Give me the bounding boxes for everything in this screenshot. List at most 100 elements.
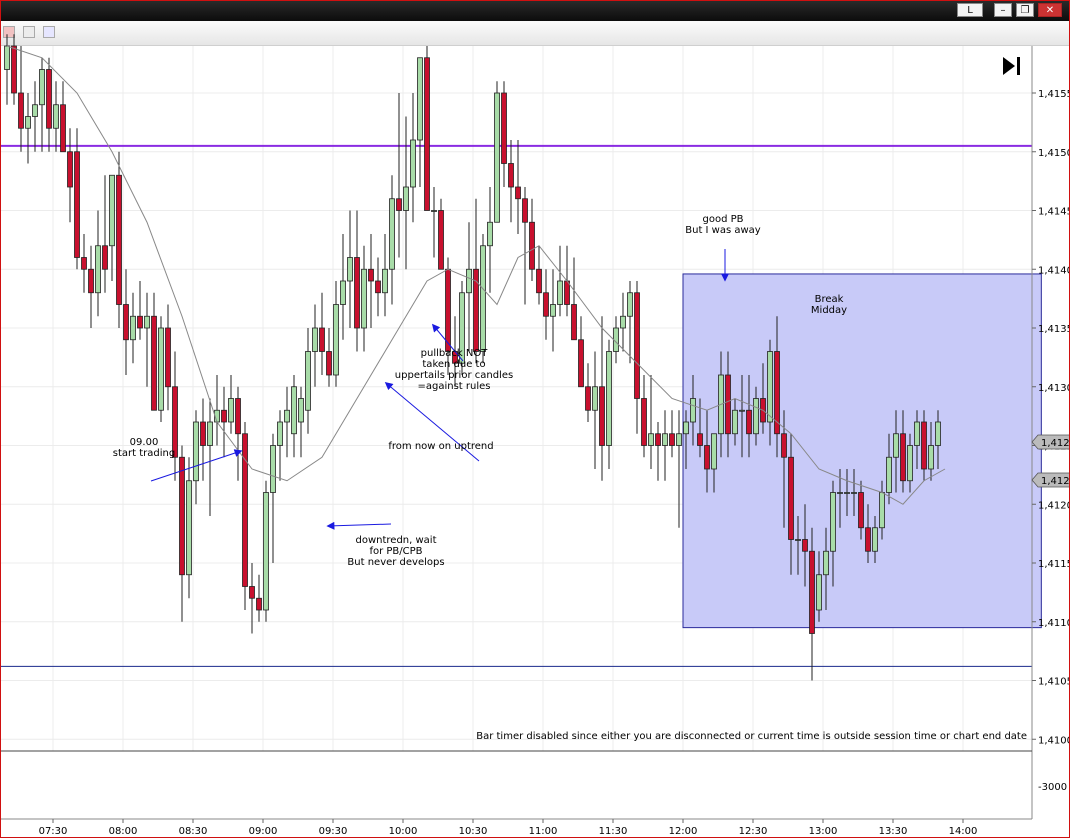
candle-bear [165, 327, 171, 388]
candle-bull [606, 351, 612, 446]
candle-bear [788, 456, 794, 540]
candle-bull [690, 398, 696, 423]
candle-bear [655, 433, 661, 446]
highlight-box [682, 273, 1042, 629]
candle-bear [921, 421, 927, 470]
price-label: 1,4110 [1038, 618, 1069, 629]
candle-bull [270, 445, 276, 493]
candle-bear [564, 280, 570, 305]
price-label: 1,4130 [1038, 383, 1069, 394]
price-label: 1,4140 [1038, 265, 1069, 276]
candle-bull [851, 492, 857, 494]
candle-bear [60, 104, 66, 153]
candle-bear [508, 163, 514, 188]
candle-bear [396, 198, 402, 211]
candle-bull [312, 327, 318, 352]
candle-bear [445, 268, 451, 352]
candle-bull [550, 304, 556, 317]
candle-bear [256, 597, 262, 611]
candle-bear [725, 374, 731, 435]
price-label: 1,4115 [1038, 559, 1069, 570]
candle-bear [501, 92, 507, 164]
candle-bull [291, 386, 297, 435]
candle-bear [102, 245, 108, 270]
candle-bull [109, 174, 115, 247]
candle-bear [781, 433, 787, 458]
candle-bull [886, 456, 892, 493]
price-label: 1,4150 [1038, 148, 1069, 159]
candle-bull [4, 45, 10, 70]
candle-bull [739, 409, 745, 412]
candle-bear [123, 304, 129, 341]
candle-bear [522, 198, 528, 223]
candle-bull [466, 268, 472, 294]
candle-bear [529, 221, 535, 270]
candle-bull [340, 280, 346, 305]
annotation-pullback: pullback NOT taken due to uppertails pri… [394, 348, 514, 392]
candle-bear [578, 339, 584, 388]
candle-bull [557, 280, 563, 305]
candle-bear [81, 257, 87, 270]
time-label: 11:00 [529, 826, 558, 837]
candle-bull [32, 104, 38, 117]
skip-to-end-bar [1017, 57, 1020, 75]
candle-bull [494, 92, 500, 223]
candle-bull [816, 574, 822, 611]
candle-bear [137, 315, 143, 329]
candle-bull [389, 198, 395, 270]
candle-bull [305, 351, 311, 411]
candle-bull [361, 268, 367, 329]
candle-bear [438, 210, 444, 270]
candle-bull [683, 421, 689, 435]
price-chart[interactable]: 1,4155 1,4150 1,4145 1,4140 1,4135 1,4130 1,41… [1, 1, 1069, 837]
candle-bull [928, 445, 934, 470]
candle-bear [319, 327, 325, 352]
candle-bull [795, 539, 801, 541]
candle-bear [858, 492, 864, 529]
candle-bear [179, 456, 185, 576]
candle-bear [543, 292, 549, 317]
candle-bear [375, 280, 381, 294]
candle-bull [284, 409, 290, 423]
candle-bear [746, 409, 752, 435]
price-label: 1,4105 [1038, 677, 1069, 688]
annotation-downtrend: downtredn, wait for PB/CPB But never dev… [347, 535, 445, 568]
candle-bull [263, 492, 269, 611]
candle-bull [298, 398, 304, 423]
candle-bull [487, 221, 493, 247]
price-label: 1,4100 [1038, 735, 1069, 746]
annotation-good-pb: good PB But I was away [685, 214, 761, 236]
candle-bull [753, 398, 759, 435]
candle-bull [844, 492, 850, 494]
time-label: 14:00 [949, 826, 978, 837]
candle-bull [95, 245, 101, 294]
candle-bull [620, 315, 626, 329]
candle-bull [830, 492, 836, 552]
time-label: 08:00 [109, 826, 138, 837]
candle-bear [46, 69, 52, 129]
candle-bear [536, 268, 542, 294]
time-label: 08:30 [179, 826, 208, 837]
candle-bull [277, 421, 283, 446]
candle-bear [641, 398, 647, 446]
candle-bear [515, 186, 521, 200]
candle-bull [53, 104, 59, 129]
candle-bull [732, 409, 738, 435]
time-label: 13:30 [879, 826, 908, 837]
candle-bull [193, 421, 199, 482]
candle-bear [11, 45, 17, 94]
candle-bull [382, 268, 388, 294]
candle-bull [207, 421, 213, 446]
candle-bear [424, 57, 430, 211]
candle-bull [893, 433, 899, 458]
candle-bear [18, 92, 24, 129]
candle-bull [417, 57, 423, 141]
annotation-break-midday: Break Midday [810, 294, 848, 316]
candle-bull [410, 139, 416, 188]
candle-bull [39, 69, 45, 106]
candle-bear [802, 539, 808, 552]
candle-bull [914, 421, 920, 446]
candle-bull [711, 433, 717, 470]
candle-bull [879, 492, 885, 529]
time-label: 10:30 [459, 826, 488, 837]
